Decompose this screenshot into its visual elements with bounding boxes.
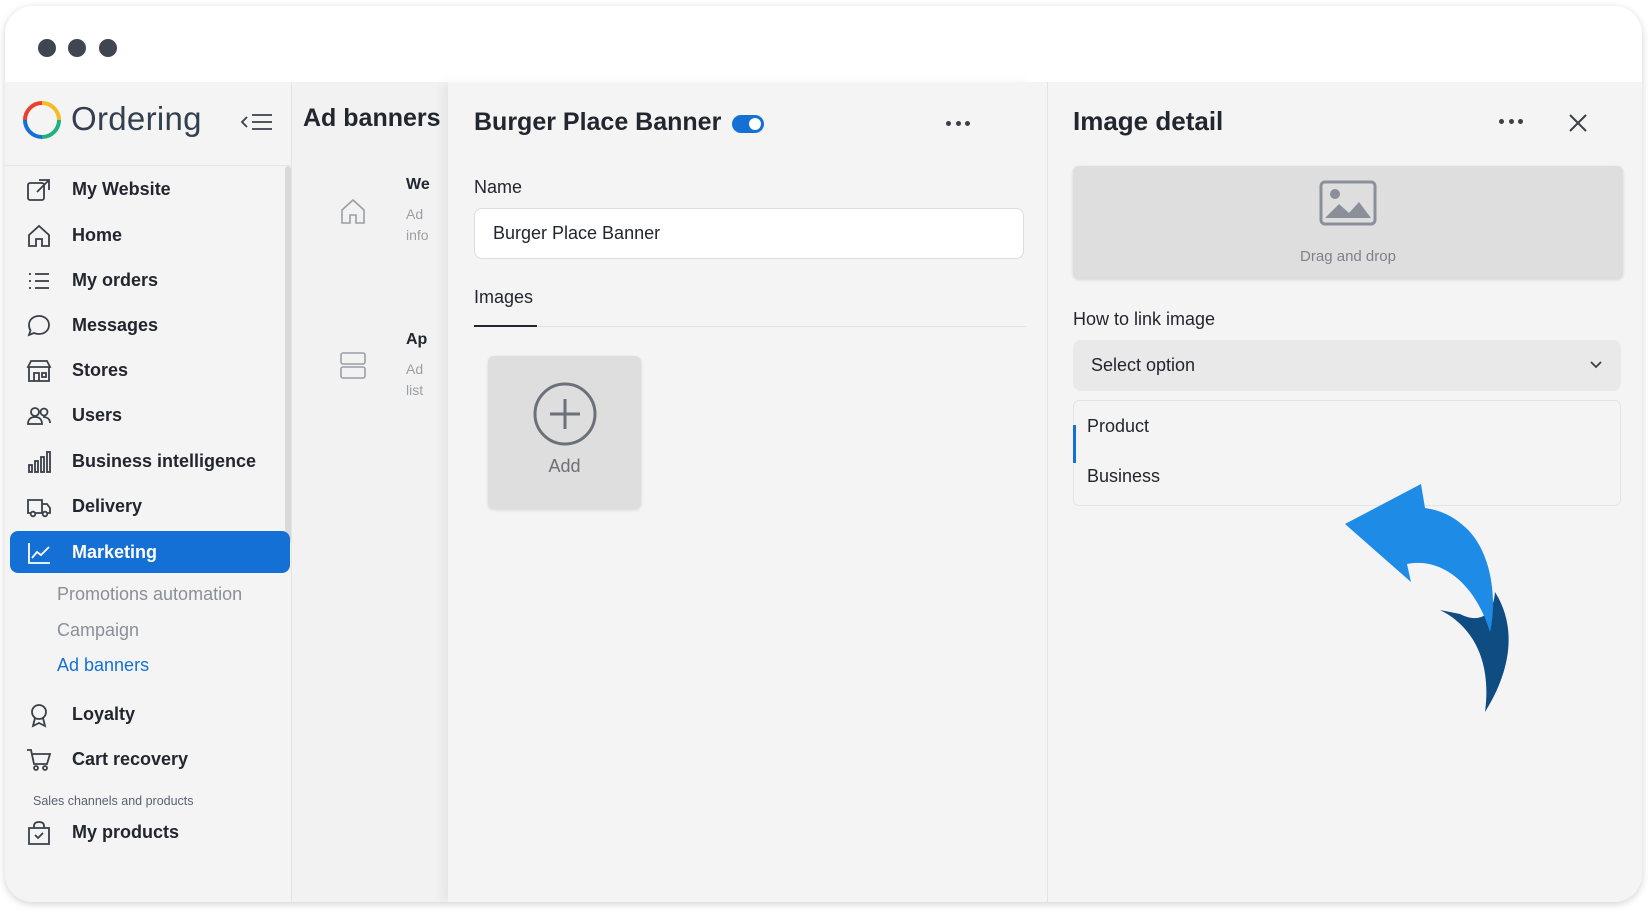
sidebar-item-label: Marketing: [72, 541, 158, 562]
sidebar-item-marketing[interactable]: Marketing: [10, 531, 290, 573]
banner-type-title[interactable]: We: [406, 176, 430, 194]
sidebar: Ordering My Website Home My orders Messa…: [5, 82, 292, 902]
bar-chart-icon: [28, 451, 51, 473]
option-business[interactable]: Business: [1087, 466, 1160, 487]
cart-icon: [27, 749, 52, 771]
drag-drop-label: Drag and drop: [1300, 248, 1396, 265]
truck-icon: [27, 499, 51, 518]
window-close-dot[interactable]: [38, 39, 56, 57]
sidebar-header: Ordering: [5, 82, 292, 166]
sidebar-item-label: My products: [72, 821, 180, 842]
sidebar-item-messages[interactable]: Messages: [10, 304, 290, 346]
sidebar-item-label: Stores: [72, 359, 129, 380]
line-chart-icon: [28, 543, 50, 564]
sidebar-item-my-orders[interactable]: My orders: [10, 259, 290, 301]
banner-type-desc: Ad: [406, 361, 424, 377]
bag-icon: [28, 821, 50, 845]
banner-type-title[interactable]: Ap: [406, 331, 427, 349]
name-label: Name: [474, 177, 523, 197]
sidebar-section-label: Sales channels and products: [33, 794, 194, 808]
tab-divider: [474, 326, 1026, 327]
sidebar-item-label: Business intelligence: [72, 450, 257, 471]
annotation-arrow-icon: [1345, 484, 1509, 712]
banner-type-desc: list: [406, 382, 424, 398]
banner-type-desc: Ad: [406, 206, 424, 222]
link-type-select[interactable]: Select option: [1073, 340, 1621, 391]
sidebar-item-label: Cart recovery: [72, 748, 189, 769]
page-title: Ad banners: [303, 104, 441, 132]
store-icon: [26, 360, 52, 382]
banner-type-desc: info: [406, 227, 429, 243]
list-icon: [29, 273, 49, 289]
banner-more-options-icon[interactable]: [946, 121, 970, 129]
sidebar-item-label: My orders: [72, 269, 159, 290]
toggle-knob: [749, 118, 761, 130]
chevron-down-icon: [1590, 361, 1602, 369]
ordering-logo-icon: [23, 101, 61, 139]
dropdown-focus-bar: [1073, 425, 1076, 463]
sidebar-item-label: Loyalty: [72, 703, 136, 724]
image-detail-title: Image detail: [1073, 106, 1224, 136]
sidebar-item-label: Messages: [72, 314, 159, 335]
image-more-options-icon[interactable]: [1499, 119, 1523, 127]
sidebar-item-my-products[interactable]: My products: [10, 811, 290, 853]
image-placeholder-icon: [1319, 180, 1377, 226]
banner-name-input[interactable]: [474, 208, 1024, 259]
chat-bubble-icon: [27, 315, 50, 337]
submenu-item-ad-banners[interactable]: Ad banners: [57, 655, 149, 676]
layout-rows-icon: [340, 352, 366, 379]
sidebar-item-users[interactable]: Users: [10, 394, 290, 436]
banner-title: Burger Place Banner: [474, 108, 722, 136]
banner-enabled-toggle[interactable]: [732, 115, 764, 133]
window-minimize-dot[interactable]: [68, 39, 86, 57]
link-image-label: How to link image: [1073, 309, 1216, 329]
sidebar-item-loyalty[interactable]: Loyalty: [10, 693, 290, 735]
banner-detail-panel: Burger Place Banner Name Images Add: [448, 82, 1033, 902]
sidebar-item-label: Delivery: [72, 495, 143, 516]
sidebar-item-stores[interactable]: Stores: [10, 349, 290, 391]
users-icon: [27, 407, 51, 425]
external-link-icon: [27, 179, 50, 201]
home-icon: [28, 224, 50, 247]
tab-images[interactable]: Images: [474, 287, 533, 308]
home-icon: [341, 198, 365, 224]
select-value: Select option: [1091, 355, 1196, 375]
award-icon: [31, 704, 47, 728]
brand-name: Ordering: [71, 100, 202, 137]
plus-circle-icon: [533, 382, 597, 446]
collapse-sidebar-icon[interactable]: [241, 110, 275, 134]
sidebar-item-label: My Website: [72, 178, 171, 199]
tab-active-indicator: [474, 325, 537, 327]
submenu-item-campaign[interactable]: Campaign: [57, 620, 139, 641]
window-maximize-dot[interactable]: [99, 39, 117, 57]
add-image-label: Add: [548, 456, 581, 476]
add-image-button[interactable]: Add: [488, 356, 641, 509]
option-product[interactable]: Product: [1087, 416, 1149, 437]
sidebar-item-home[interactable]: Home: [10, 214, 290, 256]
sidebar-item-cart-recovery[interactable]: Cart recovery: [10, 738, 290, 780]
ad-banners-page: Ad banners We Ad info Ap Ad list: [293, 82, 453, 902]
close-icon[interactable]: [1567, 112, 1589, 134]
image-dropzone[interactable]: Drag and drop: [1073, 166, 1623, 279]
window-titlebar: [5, 6, 1642, 82]
sidebar-item-business-intelligence[interactable]: Business intelligence: [10, 440, 290, 482]
submenu-item-promotions-automation[interactable]: Promotions automation: [57, 584, 242, 605]
sidebar-item-delivery[interactable]: Delivery: [10, 485, 290, 527]
app-body: Ordering My Website Home My orders Messa…: [5, 82, 1642, 902]
sidebar-item-my-website[interactable]: My Website: [10, 168, 290, 210]
sidebar-item-label: Users: [72, 404, 123, 425]
app-window: Ordering My Website Home My orders Messa…: [5, 6, 1642, 902]
sidebar-item-label: Home: [72, 224, 123, 245]
